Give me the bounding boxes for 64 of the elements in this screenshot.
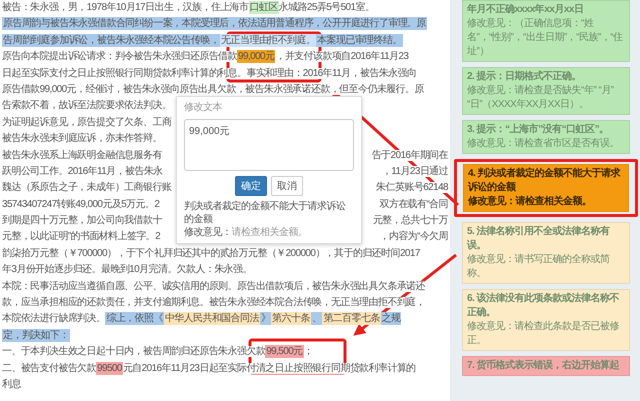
document-text: 二、被告支付被告欠款 bbox=[2, 362, 96, 374]
popup-message: 判决或者裁定的金额不能大于请求诉讼的金额 bbox=[184, 200, 346, 226]
document-text: 99,000元 bbox=[237, 50, 276, 64]
document-text: 被告：朱永强，男，1978年10月17日出生，汉族，住上海市 bbox=[2, 2, 248, 13]
suggestion-text: 请检查相关金额。 bbox=[232, 227, 308, 238]
document-text: 本院：民事活动应当遵循自愿、公平、诚实信用的原则。原告出借款项后，被告朱永强出具欠条承诺还 bbox=[2, 280, 426, 292]
issue-suggestion: 修改意见：请检查相关金额。 bbox=[468, 195, 592, 209]
issue-title: 5. 法律名称引用不全或法律名称有误。 bbox=[467, 225, 611, 253]
issue-card[interactable]: 6. 该法律没有此项条款或法律名称不正确。 修改意见：请检查此条款是否已被修正。 bbox=[462, 289, 630, 351]
document-text: 99500 bbox=[96, 362, 123, 375]
document-text: 元自2016年11月23日起至实际付清之日止按照银行同期贷款利率计算的 bbox=[122, 362, 416, 374]
issue-title: 7. 货币格式表示错误，右边开始算起 bbox=[467, 359, 620, 373]
document-text: 第二百零七条 bbox=[322, 312, 381, 326]
popup-title: 修改文本 bbox=[184, 100, 223, 115]
document-text: 》 bbox=[260, 312, 272, 326]
document-text: 、 bbox=[310, 312, 322, 326]
document-text: 跃明公司工作。2016年11月，被告朱永 bbox=[2, 166, 163, 177]
document-text: 之规 bbox=[380, 312, 402, 326]
issue-suggestion: 修改意见：请书写正确的全称或简称。 bbox=[467, 253, 610, 281]
issue-card[interactable]: 7. 货币格式表示错误，右边开始算起 bbox=[462, 356, 630, 376]
cancel-button[interactable]: 取消 bbox=[271, 176, 303, 196]
document-text: 告于2016年期间在 bbox=[372, 150, 448, 161]
issue-suggestion: 修改意见：请检查是否缺失“年” “月” “日”（XXXX年XX月XX日）。 bbox=[467, 84, 615, 112]
document-text: 无正当理由拒不到庭。 bbox=[220, 34, 316, 47]
document-text: 原告向本院提出诉讼请求：判令被告朱永强归还原告借款 bbox=[2, 51, 238, 62]
document-text: 35743407247转账49,000元及5万元。2 bbox=[2, 198, 160, 210]
issue-title: 2. 提示：日期格式不正确。 bbox=[467, 70, 582, 84]
document-text: 为证明起诉意见，原告提交了欠条、工商 bbox=[2, 116, 172, 128]
confirm-button[interactable]: 确定 bbox=[235, 176, 267, 196]
issue-card[interactable]: 4. 判决或者裁定的金额不能大于请求诉讼的金额 修改意见：请检查相关金额。 bbox=[463, 164, 629, 212]
document-text: 综上，依照《 bbox=[105, 312, 164, 326]
document-text: 元整，总共七十万 bbox=[372, 215, 448, 226]
issue-suggestion: 修改意见：（正确信息项：“姓名”，“性别”，“出生日期”，“民族”，“住址”） bbox=[467, 17, 624, 59]
document-text: 元整，以此证明”的书面材料上签字。2 bbox=[2, 231, 160, 242]
suggestion-label: 修改意见： bbox=[184, 227, 232, 238]
issue-suggestion: 修改意见：请检查省市区是否有误。 bbox=[467, 137, 620, 151]
issue-title: 4. 判决或者裁定的金额不能大于请求诉讼的金额 bbox=[468, 167, 622, 195]
document-text: 口虹区 bbox=[248, 1, 279, 14]
issue-title: 年月不正确xxxx年xx月xx日 bbox=[467, 3, 584, 17]
document-text: 原告借款99,000元，经催讨，被告朱永强向原告出具欠款，被告朱永强承诺还款，但至今仍未履行。原 bbox=[2, 84, 424, 95]
issue-title: 3. 提示：“上海市”没有“口虹区”。 bbox=[467, 123, 610, 137]
document-text: 双方在载有“合同 bbox=[379, 198, 448, 210]
document-text: 魏达（系原告之子，未成年）工商银行账 bbox=[2, 182, 172, 194]
issue-card[interactable]: 2. 提示：日期格式不正确。 修改意见：请检查是否缺失“年” “月” “日”（XXXX年XX月XX日）。 bbox=[462, 67, 630, 115]
document-text: 韵柒拾万元整（￥700000），于下个礼拜归还其中的贰拾万元整（￥200000），其于的归还时间2017 bbox=[2, 248, 420, 259]
document-text: 被告朱永强系上海跃明金融信息服务有 bbox=[2, 150, 162, 161]
document-text: 告周韵到庭参加诉讼，被告朱永强经本院公告传唤， bbox=[2, 34, 220, 47]
document-text: 99,500元 bbox=[265, 345, 304, 358]
document-text: 本案现已审理终结。 bbox=[316, 34, 403, 47]
document-text: 日起至实际支付之日止按照银行同期贷款利率计算的利息。事实和理由：2016年11月，被告朱永强向 bbox=[2, 68, 416, 79]
document-text: 原告周韵与被告朱永强借款合同纠纷一案，本院受理后，依法适用普通程序，公开开庭进行了审理。原 bbox=[2, 17, 428, 30]
document-text: 定，判决如下： bbox=[2, 328, 70, 342]
issue-card[interactable]: 5. 法律名称引用不全或法律名称有误。 修改意见：请书写正确的全称或简称。 bbox=[462, 222, 630, 284]
document-text: 利息 bbox=[2, 378, 21, 390]
issue-card[interactable]: 年月不正确xxxx年xx月xx日 修改意见：（正确信息项：“姓名”，“性别”，“出生日期”，“民族”，“住址”） bbox=[462, 0, 630, 62]
issue-card[interactable]: 3. 提示：“上海市”没有“口虹区”。 修改意见：请检查省市区是否有误。 bbox=[462, 120, 630, 154]
document-text: 一、于本判决生效之日起十日内，被告周韵归还原告朱永强欠款 bbox=[2, 346, 266, 358]
issue-suggestion: 修改意见：请检查此条款是否已被修正。 bbox=[467, 320, 620, 348]
document-text: 第六十条 bbox=[271, 312, 311, 326]
document-text: 朱仁英账号62148 bbox=[376, 182, 448, 194]
document-text: 中华人民共和国合同法 bbox=[164, 312, 260, 326]
issue-title: 6. 该法律没有此项条款或法律名称不正确。 bbox=[467, 292, 620, 320]
document-text: 到期是四十万元整，加公司向我借款十 bbox=[2, 215, 162, 226]
text-input[interactable]: 99,000元 bbox=[184, 119, 354, 171]
